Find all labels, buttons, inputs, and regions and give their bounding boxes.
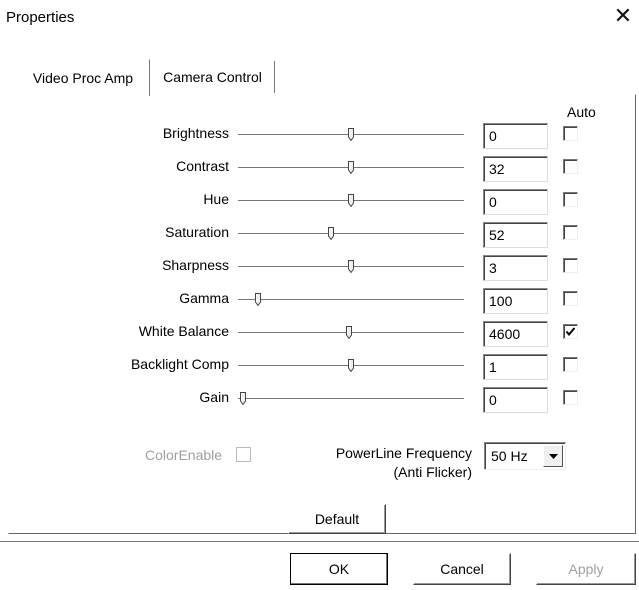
gamma-slider[interactable] bbox=[238, 291, 464, 311]
backlight-comp-label: Backlight Comp bbox=[130, 356, 229, 372]
sharpness-slider[interactable] bbox=[238, 258, 464, 278]
hue-label: Hue bbox=[203, 191, 229, 207]
footer-separator bbox=[0, 541, 639, 543]
hue-auto-checkbox[interactable] bbox=[563, 192, 578, 207]
default-button[interactable]: Default bbox=[288, 504, 386, 534]
contrast-value-field[interactable]: 32 bbox=[483, 156, 548, 182]
saturation-slider[interactable] bbox=[238, 225, 464, 245]
slider-thumb[interactable] bbox=[255, 293, 262, 306]
brightness-auto-checkbox[interactable] bbox=[563, 126, 578, 141]
slider-track bbox=[238, 299, 464, 301]
brightness-label: Brightness bbox=[162, 125, 229, 141]
sharpness-label: Sharpness bbox=[162, 257, 229, 273]
backlight-comp-value-field[interactable]: 1 bbox=[483, 354, 548, 380]
gamma-label: Gamma bbox=[179, 290, 229, 306]
contrast-auto-checkbox[interactable] bbox=[563, 159, 578, 174]
brightness-value-field[interactable]: 0 bbox=[483, 123, 548, 149]
contrast-slider[interactable] bbox=[238, 159, 464, 179]
gain-value-field[interactable]: 0 bbox=[483, 387, 548, 413]
contrast-label: Contrast bbox=[176, 158, 229, 174]
gain-auto-checkbox[interactable] bbox=[563, 390, 578, 405]
white-balance-slider[interactable] bbox=[238, 324, 464, 344]
auto-header: Auto bbox=[567, 104, 596, 120]
slider-thumb[interactable] bbox=[348, 260, 354, 273]
close-icon[interactable]: ✕ bbox=[611, 4, 635, 28]
sharpness-value-field[interactable]: 3 bbox=[483, 255, 548, 281]
chevron-down-icon[interactable] bbox=[543, 445, 563, 467]
slider-thumb[interactable] bbox=[348, 128, 354, 141]
backlight-comp-auto-checkbox[interactable] bbox=[563, 357, 578, 372]
powerline-label-line1: PowerLine Frequency bbox=[335, 445, 472, 461]
slider-thumb[interactable] bbox=[239, 392, 246, 405]
slider-thumb[interactable] bbox=[348, 161, 354, 174]
apply-button[interactable]: Apply bbox=[536, 553, 636, 585]
gamma-value-field[interactable]: 100 bbox=[483, 288, 548, 314]
powerline-label-line2: (Anti Flicker) bbox=[393, 464, 472, 480]
hue-value-field[interactable]: 0 bbox=[483, 189, 548, 215]
sharpness-auto-checkbox[interactable] bbox=[563, 258, 578, 273]
hue-slider[interactable] bbox=[238, 192, 464, 212]
powerline-selected-value: 50 Hz bbox=[491, 448, 528, 464]
powerline-frequency-label: PowerLine Frequency (Anti Flicker) bbox=[300, 444, 472, 482]
window-title: Properties bbox=[6, 9, 75, 26]
white-balance-auto-checkbox[interactable] bbox=[563, 324, 578, 339]
powerline-frequency-select[interactable]: 50 Hz bbox=[484, 442, 566, 470]
slider-thumb[interactable] bbox=[348, 359, 354, 372]
slider-track bbox=[238, 233, 464, 235]
white-balance-value-field[interactable]: 4600 bbox=[483, 321, 548, 347]
slider-thumb[interactable] bbox=[345, 326, 352, 339]
color-enable-checkbox[interactable] bbox=[236, 447, 251, 462]
saturation-value-field[interactable]: 52 bbox=[483, 222, 548, 248]
tab-camera-control[interactable]: Camera Control bbox=[151, 61, 275, 93]
backlight-comp-slider[interactable] bbox=[238, 357, 464, 377]
brightness-slider[interactable] bbox=[238, 126, 464, 146]
ok-button[interactable]: OK bbox=[290, 553, 388, 585]
tab-video-proc-amp[interactable]: Video Proc Amp bbox=[16, 59, 150, 96]
gamma-auto-checkbox[interactable] bbox=[563, 291, 578, 306]
white-balance-label: White Balance bbox=[138, 323, 229, 339]
saturation-label: Saturation bbox=[165, 224, 229, 240]
saturation-auto-checkbox[interactable] bbox=[563, 225, 578, 240]
slider-track bbox=[238, 398, 464, 400]
color-enable-label: ColorEnable bbox=[145, 447, 223, 463]
cancel-button[interactable]: Cancel bbox=[413, 553, 511, 585]
check-icon bbox=[565, 327, 576, 337]
gain-label: Gain bbox=[199, 389, 229, 405]
gain-slider[interactable] bbox=[238, 390, 464, 410]
slider-thumb[interactable] bbox=[327, 227, 334, 240]
slider-thumb[interactable] bbox=[348, 194, 354, 207]
